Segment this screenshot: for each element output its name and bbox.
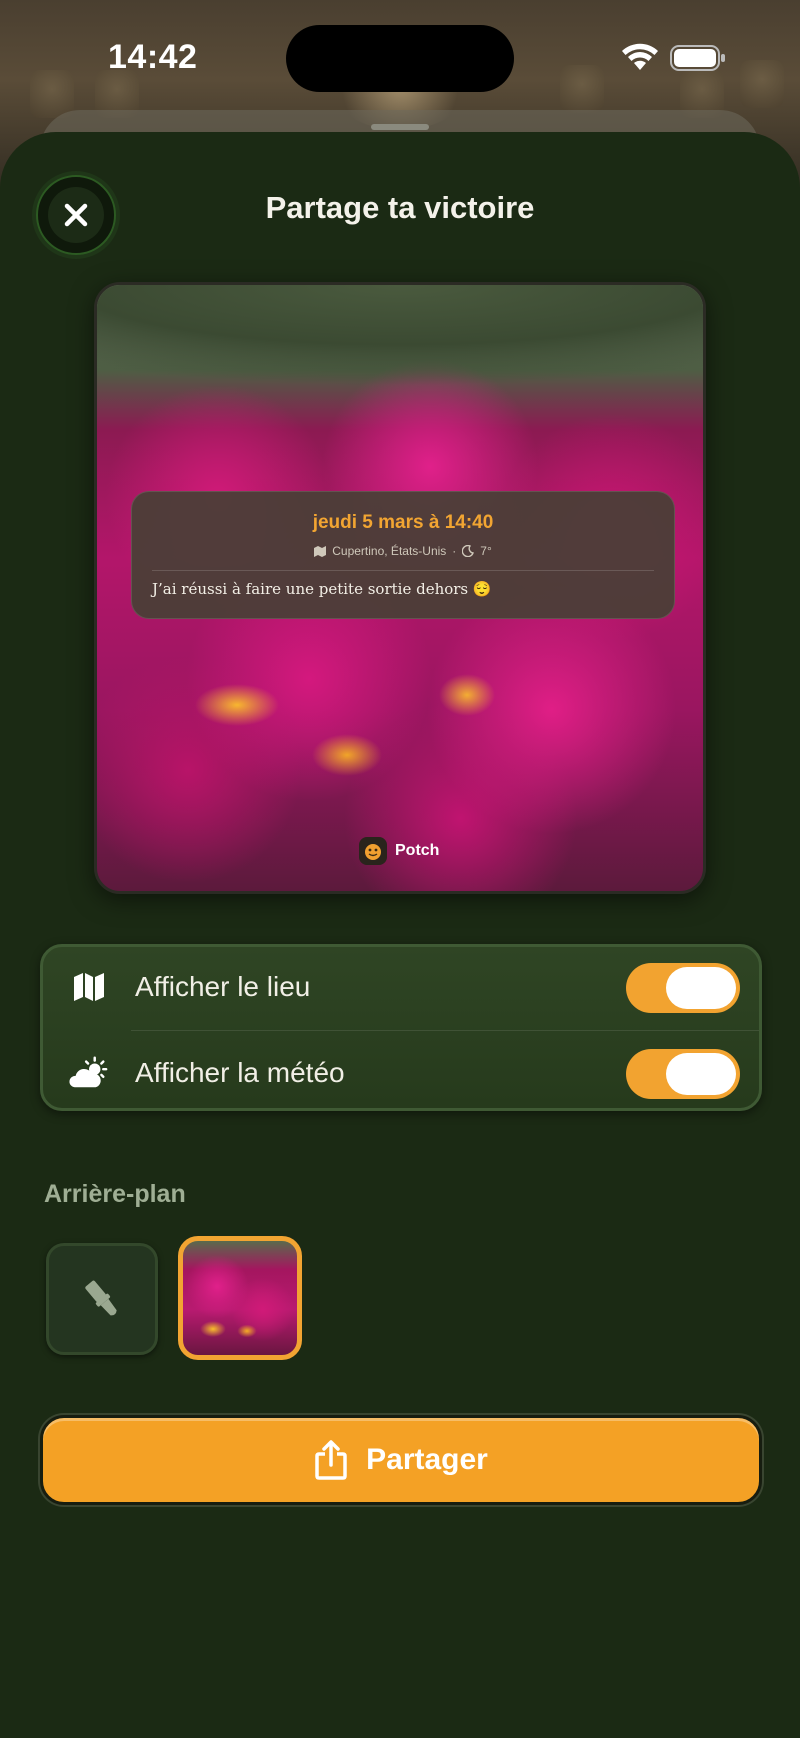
status-bar: 14:42 bbox=[0, 0, 800, 118]
preview-info-card: jeudi 5 mars à 14:40 Cupertino, États-Un… bbox=[131, 491, 675, 619]
wifi-icon bbox=[622, 43, 658, 70]
preview-photo-hedge bbox=[97, 285, 703, 385]
options-divider bbox=[131, 1030, 759, 1031]
option-row-location: Afficher le lieu bbox=[43, 947, 759, 1027]
preview-brand: Potch bbox=[359, 837, 439, 865]
share-preview-card: jeudi 5 mars à 14:40 Cupertino, États-Un… bbox=[94, 282, 706, 894]
background-option-custom[interactable] bbox=[46, 1243, 158, 1355]
toggle-weather[interactable] bbox=[626, 1049, 740, 1099]
option-label-weather: Afficher la météo bbox=[135, 1057, 345, 1088]
preview-date: jeudi 5 mars à 14:40 bbox=[312, 512, 494, 533]
preview-location: Cupertino, États-Unis bbox=[332, 544, 447, 558]
preview-separator: · bbox=[452, 544, 457, 558]
toggle-knob bbox=[666, 1053, 736, 1095]
sheet-grabber[interactable] bbox=[371, 124, 429, 130]
share-button[interactable]: Partager bbox=[40, 1415, 762, 1505]
option-label-location: Afficher le lieu bbox=[135, 971, 311, 1002]
preview-note: J’ai réussi à faire une petite sortie de… bbox=[152, 580, 492, 598]
paintbrush-icon bbox=[85, 1280, 117, 1316]
toggle-knob bbox=[666, 967, 736, 1009]
battery-icon bbox=[670, 45, 725, 71]
map-icon bbox=[69, 967, 109, 1007]
option-row-weather: Afficher la météo bbox=[43, 1033, 759, 1113]
preview-weather: 7° bbox=[480, 544, 492, 558]
share-button-label: Partager bbox=[366, 1443, 488, 1476]
brand-name: Potch bbox=[395, 842, 440, 859]
preview-divider bbox=[152, 570, 654, 571]
sheet-title: Partage ta victoire bbox=[265, 190, 535, 225]
share-sheet: Partage ta victoire jeudi 5 mars à 14:40… bbox=[0, 132, 800, 1738]
display-options-card: Afficher le lieu Afficher la météo bbox=[40, 944, 762, 1111]
background-section-heading: Arrière-plan bbox=[44, 1180, 186, 1208]
map-icon bbox=[314, 545, 327, 557]
moon-icon bbox=[462, 545, 475, 557]
potch-logo-icon bbox=[359, 837, 387, 865]
share-icon bbox=[315, 1440, 347, 1480]
preview-meta: Cupertino, États-Unis · 7° bbox=[132, 544, 674, 558]
background-option-photo[interactable] bbox=[178, 1236, 302, 1360]
toggle-location[interactable] bbox=[626, 963, 740, 1013]
cloud-sun-icon bbox=[69, 1053, 109, 1093]
dynamic-island bbox=[286, 25, 514, 92]
status-time: 14:42 bbox=[108, 38, 198, 76]
